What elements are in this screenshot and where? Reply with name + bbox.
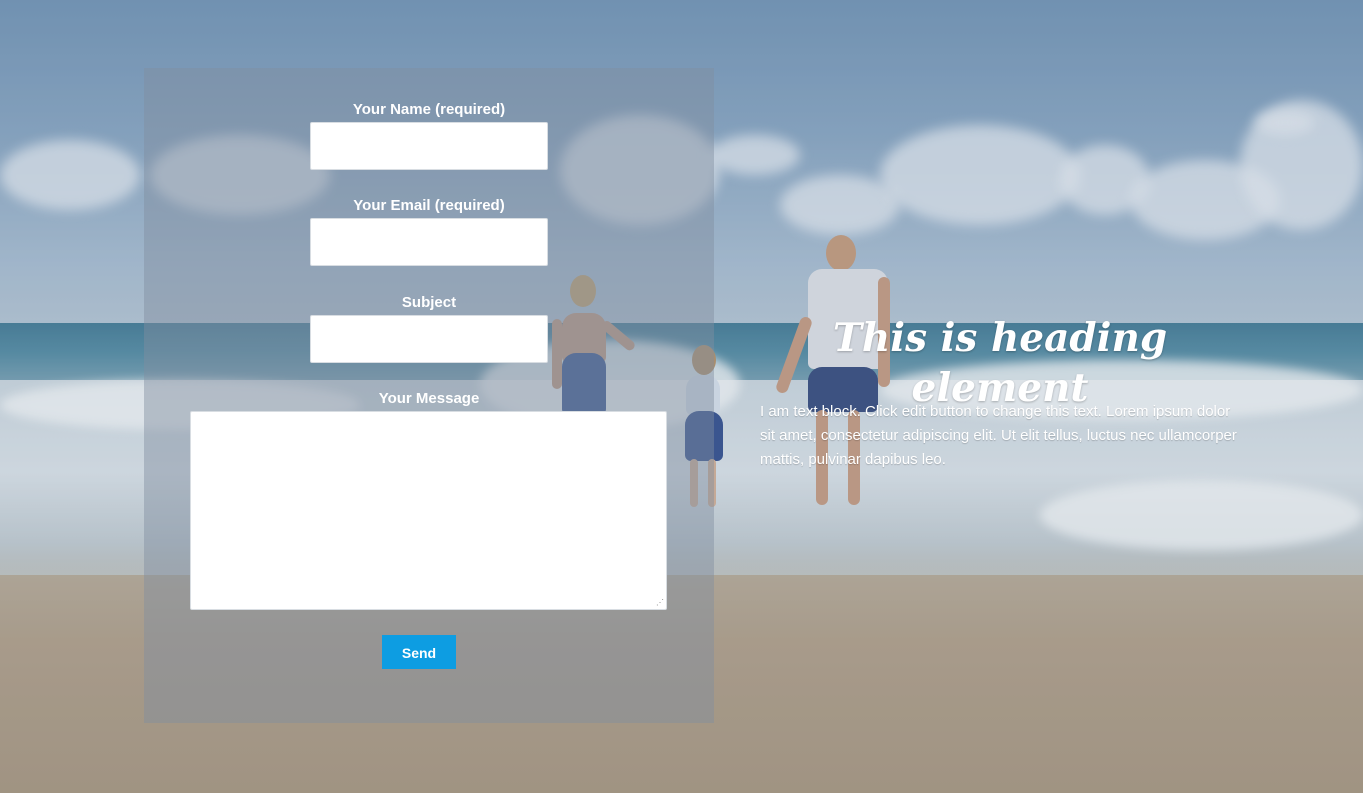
page-heading: This is heading element <box>832 315 1168 411</box>
contact-form: Your Name (required) Your Email (require… <box>144 68 714 723</box>
text-block: I am text block. Click edit button to ch… <box>760 403 1237 468</box>
send-button[interactable]: Send <box>382 635 456 669</box>
name-input[interactable] <box>310 122 548 170</box>
subject-label: Subject <box>401 294 457 311</box>
email-input[interactable] <box>310 218 548 266</box>
email-label: Your Email (required) <box>353 197 505 214</box>
message-textarea[interactable]: ⋰ <box>190 411 667 610</box>
message-label: Your Message <box>378 390 480 407</box>
name-label: Your Name (required) <box>352 101 506 118</box>
resize-grip-icon[interactable]: ⋰ <box>656 599 664 607</box>
subject-input[interactable] <box>310 315 548 363</box>
